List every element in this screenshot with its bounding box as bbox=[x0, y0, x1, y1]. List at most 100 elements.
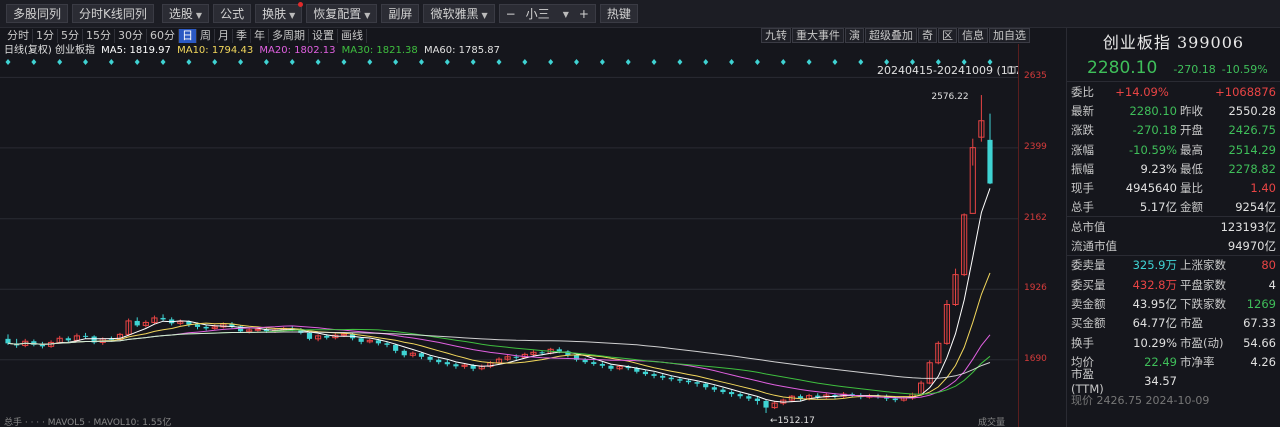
ma30-legend: MA30: 1821.38 bbox=[341, 45, 418, 56]
quote-label: 总市值 bbox=[1071, 219, 1106, 234]
multi-stock-label: 多股同列 bbox=[13, 7, 62, 21]
chevron-down-icon: ▼ bbox=[364, 11, 371, 20]
quote-row: 委卖量 325.9万 上涨家数 80 bbox=[1067, 256, 1280, 275]
chevron-down-icon: ▼ bbox=[481, 11, 488, 20]
candle-body bbox=[608, 365, 614, 369]
ma60-line bbox=[7, 331, 991, 379]
price-change: -270.18 bbox=[1173, 63, 1216, 76]
ma60-legend: MA60: 1785.87 bbox=[423, 45, 501, 56]
quote-value: 34.57 bbox=[1144, 374, 1177, 389]
quote-label: 金额 bbox=[1180, 199, 1203, 214]
event-marker-icon bbox=[574, 59, 580, 65]
quote-row: 总手 5.17亿 金额 9254亿 bbox=[1067, 198, 1280, 218]
candle-body bbox=[82, 335, 89, 337]
hot-key-label: 热键 bbox=[606, 7, 631, 21]
font-size-control[interactable]: − 小三 ▼ + bbox=[498, 4, 596, 23]
period-tab-12[interactable]: 设置 bbox=[309, 29, 338, 43]
multi-stock-button[interactable]: 多股同列 bbox=[6, 4, 69, 23]
candle-body bbox=[401, 350, 407, 356]
event-marker-icon bbox=[289, 59, 295, 65]
period-tab-6[interactable]: 日 bbox=[179, 29, 197, 43]
quote-label: 下跌家数 bbox=[1180, 296, 1226, 311]
quote-value: 64.77亿 bbox=[1132, 316, 1177, 331]
quote-label: 市盈 bbox=[1180, 316, 1203, 331]
quote-value: 1269 bbox=[1246, 296, 1276, 311]
chart-tool-button-6[interactable]: 信息 bbox=[958, 28, 988, 43]
font-size-label[interactable]: 小三 bbox=[526, 5, 550, 22]
quote-label: 市净率 bbox=[1180, 354, 1215, 369]
font-decrease-icon[interactable]: − bbox=[506, 5, 516, 22]
candle-body bbox=[453, 364, 459, 367]
period-tab-7[interactable]: 周 bbox=[197, 29, 215, 43]
period-tab-13[interactable]: 画线 bbox=[338, 29, 367, 43]
event-marker-icon bbox=[548, 59, 554, 65]
quote-rows: 委比 +14.09% +1068876 最新 2280.10 昨收 2550.28 涨跌 -27… bbox=[1067, 82, 1280, 218]
event-marker-icon bbox=[31, 59, 37, 65]
period-tab-11[interactable]: 多周期 bbox=[269, 29, 309, 43]
period-tab-4[interactable]: 30分 bbox=[115, 29, 147, 43]
period-tab-2[interactable]: 5分 bbox=[58, 29, 83, 43]
chart-tool-button-0[interactable]: 九转 bbox=[761, 28, 791, 43]
quote-label: 最高 bbox=[1180, 142, 1203, 157]
period-tab-8[interactable]: 月 bbox=[215, 29, 233, 43]
quote-value: 2514.29 bbox=[1228, 142, 1276, 157]
intraday-k-label: 分时K线同列 bbox=[79, 7, 147, 21]
period-tab-5[interactable]: 60分 bbox=[147, 29, 179, 43]
chart-tool-button-2[interactable]: 演 bbox=[845, 28, 864, 43]
event-marker-icon bbox=[83, 59, 89, 65]
quote-value: 432.8万 bbox=[1132, 277, 1177, 292]
sub-screen-button[interactable]: 副屏 bbox=[381, 4, 420, 23]
event-marker-icon bbox=[238, 59, 244, 65]
candle-body bbox=[728, 392, 735, 395]
quote-value: 67.33 bbox=[1243, 316, 1276, 331]
formula-label: 公式 bbox=[220, 7, 245, 21]
quote-value: 4.26 bbox=[1250, 354, 1276, 369]
event-marker-icon bbox=[677, 59, 683, 65]
top-toolbar: 多股同列 分时K线同列 选股 ▼ 公式 换肤 ▼ 恢复配置 ▼ 副屏 微软雅黑 ▼ − … bbox=[0, 0, 1280, 28]
event-marker-icon bbox=[780, 59, 786, 65]
chart-tool-button-5[interactable]: 区 bbox=[938, 28, 957, 43]
event-marker-icon bbox=[5, 59, 11, 65]
quote-value: +1068876 bbox=[1215, 84, 1276, 99]
quote-row: 买金额 64.77亿 市盈 67.33 bbox=[1067, 314, 1280, 333]
quote-row: 涨幅 -10.59% 最高 2514.29 bbox=[1067, 140, 1280, 159]
candle-body bbox=[194, 324, 201, 327]
font-increase-icon[interactable]: + bbox=[579, 5, 589, 22]
candle-body bbox=[746, 396, 752, 399]
font-select[interactable]: 微软雅黑 ▼ bbox=[423, 4, 495, 23]
quote-label: 换手 bbox=[1071, 335, 1094, 350]
event-marker-icon bbox=[134, 59, 140, 65]
y-tick-label: 2162 bbox=[1024, 212, 1047, 223]
period-tab-10[interactable]: 年 bbox=[251, 29, 269, 43]
period-tab-3[interactable]: 15分 bbox=[83, 29, 115, 43]
chart-tool-button-3[interactable]: 超级叠加 bbox=[865, 28, 917, 43]
formula-button[interactable]: 公式 bbox=[213, 4, 252, 23]
candle-body bbox=[677, 379, 683, 381]
event-marker-icon bbox=[729, 59, 735, 65]
candle-body bbox=[539, 352, 545, 354]
restore-config-dropdown[interactable]: 恢复配置 ▼ bbox=[306, 4, 378, 23]
skin-dropdown[interactable]: 换肤 ▼ bbox=[255, 2, 304, 23]
ma20-legend: MA20: 1802.13 bbox=[259, 45, 336, 56]
quote-label: 平盘家数 bbox=[1180, 277, 1226, 292]
quote-value: 5.17亿 bbox=[1139, 199, 1177, 214]
quote-row: 委买量 432.8万 平盘家数 4 bbox=[1067, 275, 1280, 294]
chart-tool-button-4[interactable]: 奇 bbox=[918, 28, 937, 43]
current-price: 2280.10 bbox=[1087, 58, 1158, 78]
period-tab-9[interactable]: 季 bbox=[233, 29, 251, 43]
quote-label: 卖金额 bbox=[1071, 296, 1106, 311]
y-tick-label: 1926 bbox=[1024, 283, 1047, 294]
period-tab-0[interactable]: 分时 bbox=[4, 29, 33, 43]
chart-tool-button-7[interactable]: 加自选 bbox=[989, 28, 1030, 43]
candlestick-chart[interactable]: 20240415-20241009 (117) 2576.22 ←1512.17 总手… bbox=[0, 58, 1018, 427]
intraday-k-button[interactable]: 分时K线同列 bbox=[72, 4, 154, 23]
price-row: 2280.10 -270.18 -10.59% bbox=[1067, 58, 1280, 82]
chevron-down-icon[interactable]: ▼ bbox=[563, 5, 569, 22]
event-marker-icon bbox=[754, 59, 760, 65]
hot-key-button[interactable]: 热键 bbox=[599, 4, 638, 23]
candle-body bbox=[324, 335, 330, 338]
candle-body bbox=[660, 375, 666, 378]
pick-stock-dropdown[interactable]: 选股 ▼ bbox=[161, 4, 210, 23]
chart-tool-button-1[interactable]: 重大事件 bbox=[792, 28, 844, 43]
period-tab-1[interactable]: 1分 bbox=[33, 29, 58, 43]
